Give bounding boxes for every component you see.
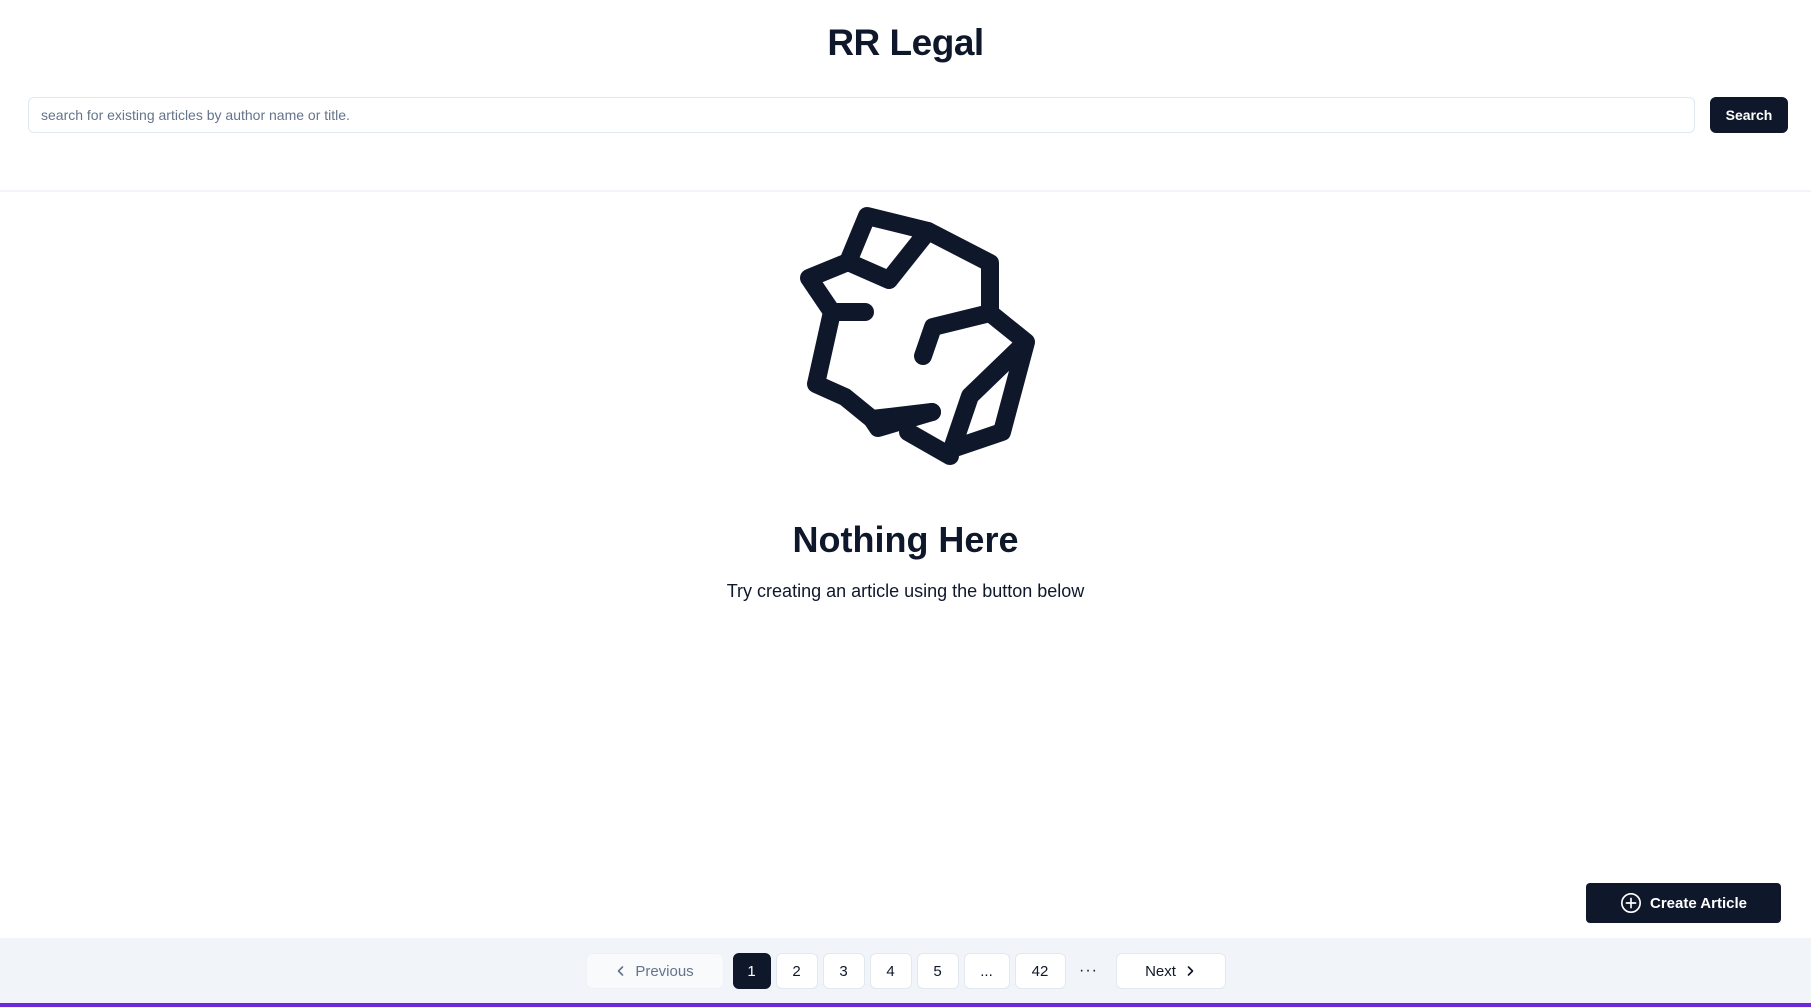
more-pages-icon[interactable]: ··· <box>1071 953 1107 989</box>
create-article-button[interactable]: Create Article <box>1586 883 1781 923</box>
pagination: Previous 1 2 3 4 5 ... 42 ··· Next <box>0 953 1811 989</box>
page-button-42[interactable]: 42 <box>1014 953 1066 989</box>
app-title: RR Legal <box>827 22 984 63</box>
next-label: Next <box>1145 962 1176 980</box>
page-button-ellipsis[interactable]: ... <box>963 953 1010 989</box>
page-button-1[interactable]: 1 <box>732 953 771 989</box>
previous-label: Previous <box>635 962 694 980</box>
page-button-5[interactable]: 5 <box>916 953 959 989</box>
search-input[interactable] <box>28 97 1695 133</box>
page-button-4[interactable]: 4 <box>869 953 912 989</box>
empty-state-title: Nothing Here <box>792 519 1019 560</box>
plus-circle-icon <box>1621 893 1641 913</box>
next-page-button[interactable]: Next <box>1115 953 1226 989</box>
crumpled-paper-icon <box>800 207 1035 465</box>
create-article-label: Create Article <box>1650 894 1747 912</box>
chevron-left-icon <box>618 966 624 976</box>
header: RR Legal Search <box>0 0 1811 192</box>
search-button[interactable]: Search <box>1710 97 1788 133</box>
chevron-right-icon <box>1187 966 1194 976</box>
footer-accent-border <box>0 1003 1811 1007</box>
previous-page-button[interactable]: Previous <box>585 953 724 989</box>
empty-state-subtitle: Try creating an article using the button… <box>726 581 1085 601</box>
page-button-2[interactable]: 2 <box>775 953 818 989</box>
page-button-3[interactable]: 3 <box>822 953 865 989</box>
